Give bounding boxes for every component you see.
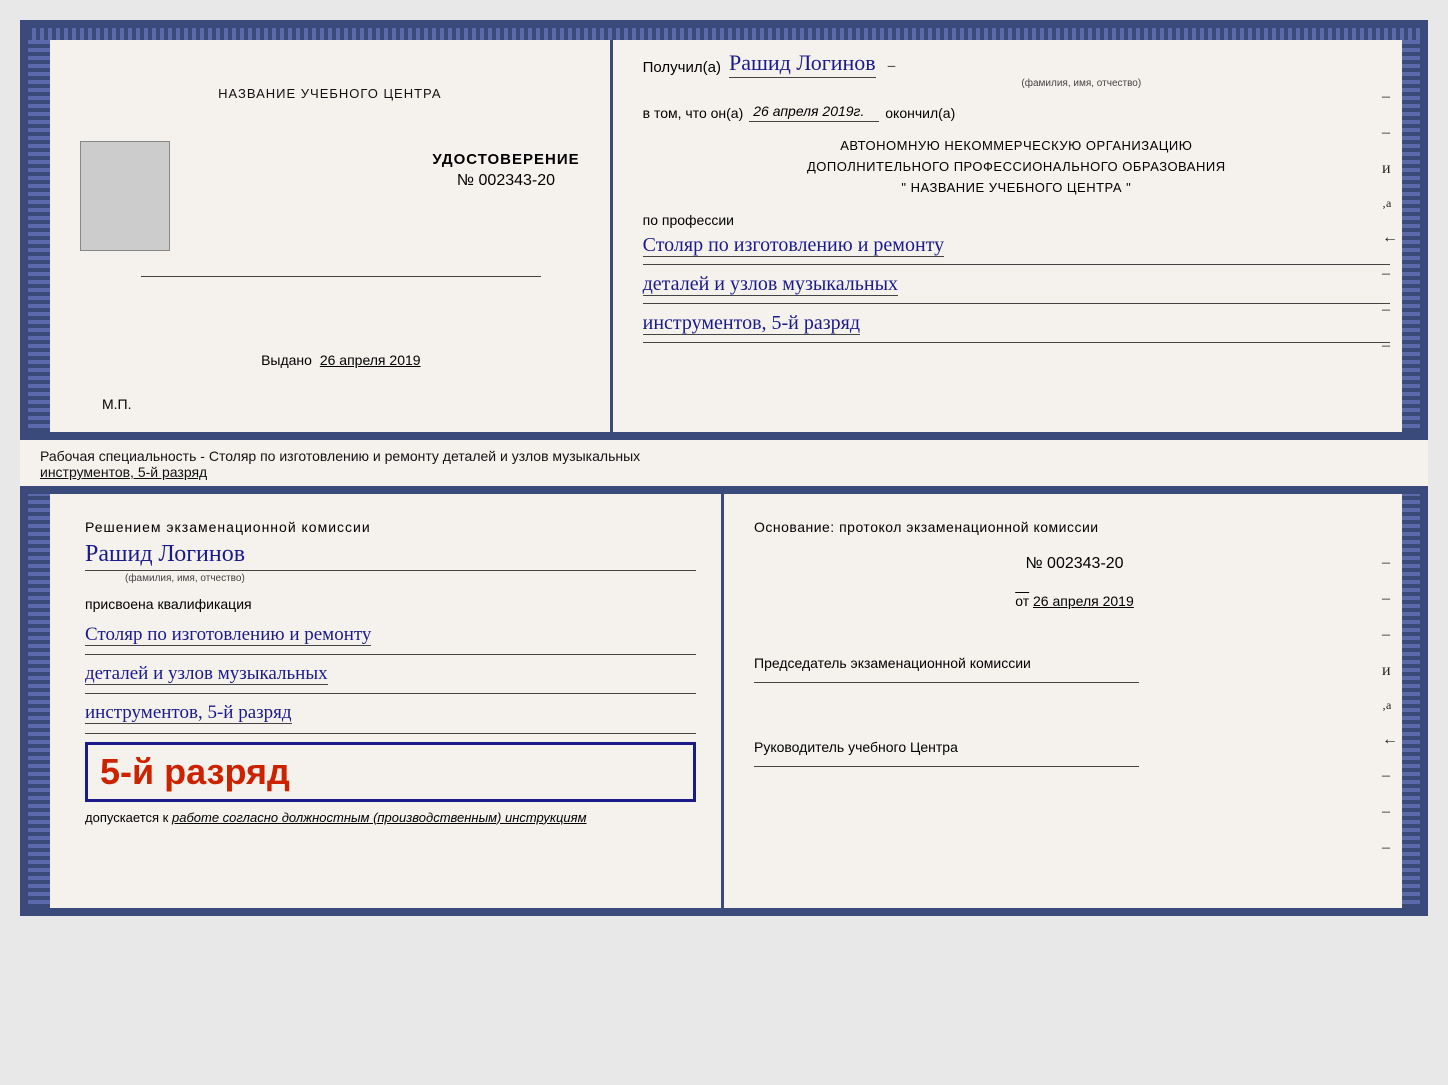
avtonom-name: " НАЗВАНИЕ УЧЕБНОГО ЦЕНТРА "	[643, 178, 1390, 199]
middle-text-block: Рабочая специальность - Столяр по изгото…	[20, 440, 1428, 486]
left-decorative-strip	[28, 28, 50, 432]
protocol-nomer: № 002343-20	[754, 555, 1395, 573]
prof-bottom-3: инструментов, 5-й разряд	[85, 702, 292, 724]
osnovanie-label: Основание: протокол экзаменационной коми…	[754, 519, 1395, 535]
vydano-line: Выдано 26 апреля 2019	[261, 352, 421, 368]
dopuskaetsya-prefix: допускается к	[85, 810, 168, 825]
name-bottom: Рашид Логинов	[85, 541, 696, 571]
poluchil-prefix: Получил(а)	[643, 59, 721, 76]
poluchil-name: Рашид Логинов	[729, 50, 876, 78]
dopuskaetsya-block: допускается к работе согласно должностны…	[85, 810, 696, 825]
cert-bottom-left: Решением экзаменационной комиссии Рашид …	[28, 494, 724, 908]
cert-left-inner: НАЗВАНИЕ УЧЕБНОГО ЦЕНТРА УДОСТОВЕРЕНИЕ №…	[58, 58, 580, 412]
prisvoena-label: присвоена квалификация	[85, 596, 696, 612]
photo-placeholder	[80, 141, 170, 251]
razryad-big-label: 5-й разряд	[100, 751, 290, 792]
udostoverenie-block: УДОСТОВЕРЕНИЕ № 002343-20	[432, 151, 579, 261]
top-left-title: НАЗВАНИЕ УЧЕБНОГО ЦЕНТРА	[218, 86, 441, 101]
profession-line2-top: деталей и узлов музыкальных	[643, 273, 898, 296]
right-decorative-strip	[1402, 28, 1420, 432]
predsedatel-block: Председатель экзаменационной комиссии	[754, 639, 1395, 691]
rukovoditel-block: Руководитель учебного Центра	[754, 723, 1395, 775]
fio-label-top: (фамилия, имя, отчество)	[773, 78, 1390, 89]
predsedatel-signature-line	[754, 682, 1139, 683]
bottom-left-strip	[28, 494, 50, 908]
rukovoditel-signature-line	[754, 766, 1139, 767]
ot-prefix: от	[1015, 593, 1029, 609]
avtonom-line1: АВТОНОМНУЮ НЕКОММЕРЧЕСКУЮ ОРГАНИЗАЦИЮ	[643, 136, 1390, 157]
fio-label-bottom: (фамилия, имя, отчество)	[125, 573, 696, 584]
dash-marks: ––и‚а←–––	[1382, 88, 1398, 355]
po-professii-label: по профессии	[643, 212, 1390, 228]
middle-text-line1: Рабочая специальность - Столяр по изгото…	[40, 448, 640, 464]
nomer-top: № 002343-20	[432, 172, 579, 190]
dash-marks-bottom: –––и‚а←–––	[1382, 554, 1398, 857]
avtonom-line2: ДОПОЛНИТЕЛЬНОГО ПРОФЕССИОНАЛЬНОГО ОБРАЗО…	[643, 157, 1390, 178]
udostoverenie-title: УДОСТОВЕРЕНИЕ	[432, 151, 579, 168]
certificate-top: НАЗВАНИЕ УЧЕБНОГО ЦЕНТРА УДОСТОВЕРЕНИЕ №…	[20, 20, 1428, 440]
cert-right: Получил(а) Рашид Логинов – (фамилия, имя…	[613, 28, 1420, 432]
bottom-right-strip	[1402, 494, 1420, 908]
okonchil-label: окончил(а)	[885, 105, 955, 121]
resheniem-label: Решением экзаменационной комиссии	[85, 519, 696, 535]
razryad-box: 5-й разряд	[85, 742, 696, 802]
cert-bottom-right: Основание: протокол экзаменационной коми…	[724, 494, 1420, 908]
cert-left: НАЗВАНИЕ УЧЕБНОГО ЦЕНТРА УДОСТОВЕРЕНИЕ №…	[28, 28, 613, 432]
middle-text-line2: инструментов, 5-й разряд	[40, 464, 207, 480]
ot-date-value: 26 апреля 2019	[1033, 593, 1134, 609]
profession-line1-top: Столяр по изготовлению и ремонту	[643, 234, 945, 257]
prof-bottom-2: деталей и узлов музыкальных	[85, 663, 328, 685]
ot-date-bottom: от 26 апреля 2019	[754, 593, 1395, 609]
vydano-label: Выдано	[261, 352, 312, 368]
rukovoditel-label: Руководитель учебного Центра	[754, 737, 1395, 758]
avtonom-block: АВТОНОМНУЮ НЕКОММЕРЧЕСКУЮ ОРГАНИЗАЦИЮ ДО…	[643, 136, 1390, 198]
vydano-date: 26 апреля 2019	[320, 352, 421, 368]
vtom-line: в том, что он(а) 26 апреля 2019г. окончи…	[643, 103, 1390, 122]
vtom-date: 26 апреля 2019г.	[749, 103, 879, 122]
profession-line3-top: инструментов, 5-й разряд	[643, 312, 860, 335]
prof-bottom-1: Столяр по изготовлению и ремонту	[85, 624, 371, 646]
certificate-bottom: Решением экзаменационной комиссии Рашид …	[20, 486, 1428, 916]
predsedatel-label: Председатель экзаменационной комиссии	[754, 653, 1395, 674]
poluchil-block: Получил(а) Рашид Логинов – (фамилия, имя…	[643, 50, 1390, 89]
dopuskaetsya-text: работе согласно должностным (производств…	[172, 810, 587, 825]
page-wrapper: НАЗВАНИЕ УЧЕБНОГО ЦЕНТРА УДОСТОВЕРЕНИЕ №…	[20, 20, 1428, 916]
vtom-prefix: в том, что он(а)	[643, 105, 744, 121]
mp-line: М.П.	[102, 396, 132, 412]
po-professii-block: по профессии Столяр по изготовлению и ре…	[643, 212, 1390, 343]
